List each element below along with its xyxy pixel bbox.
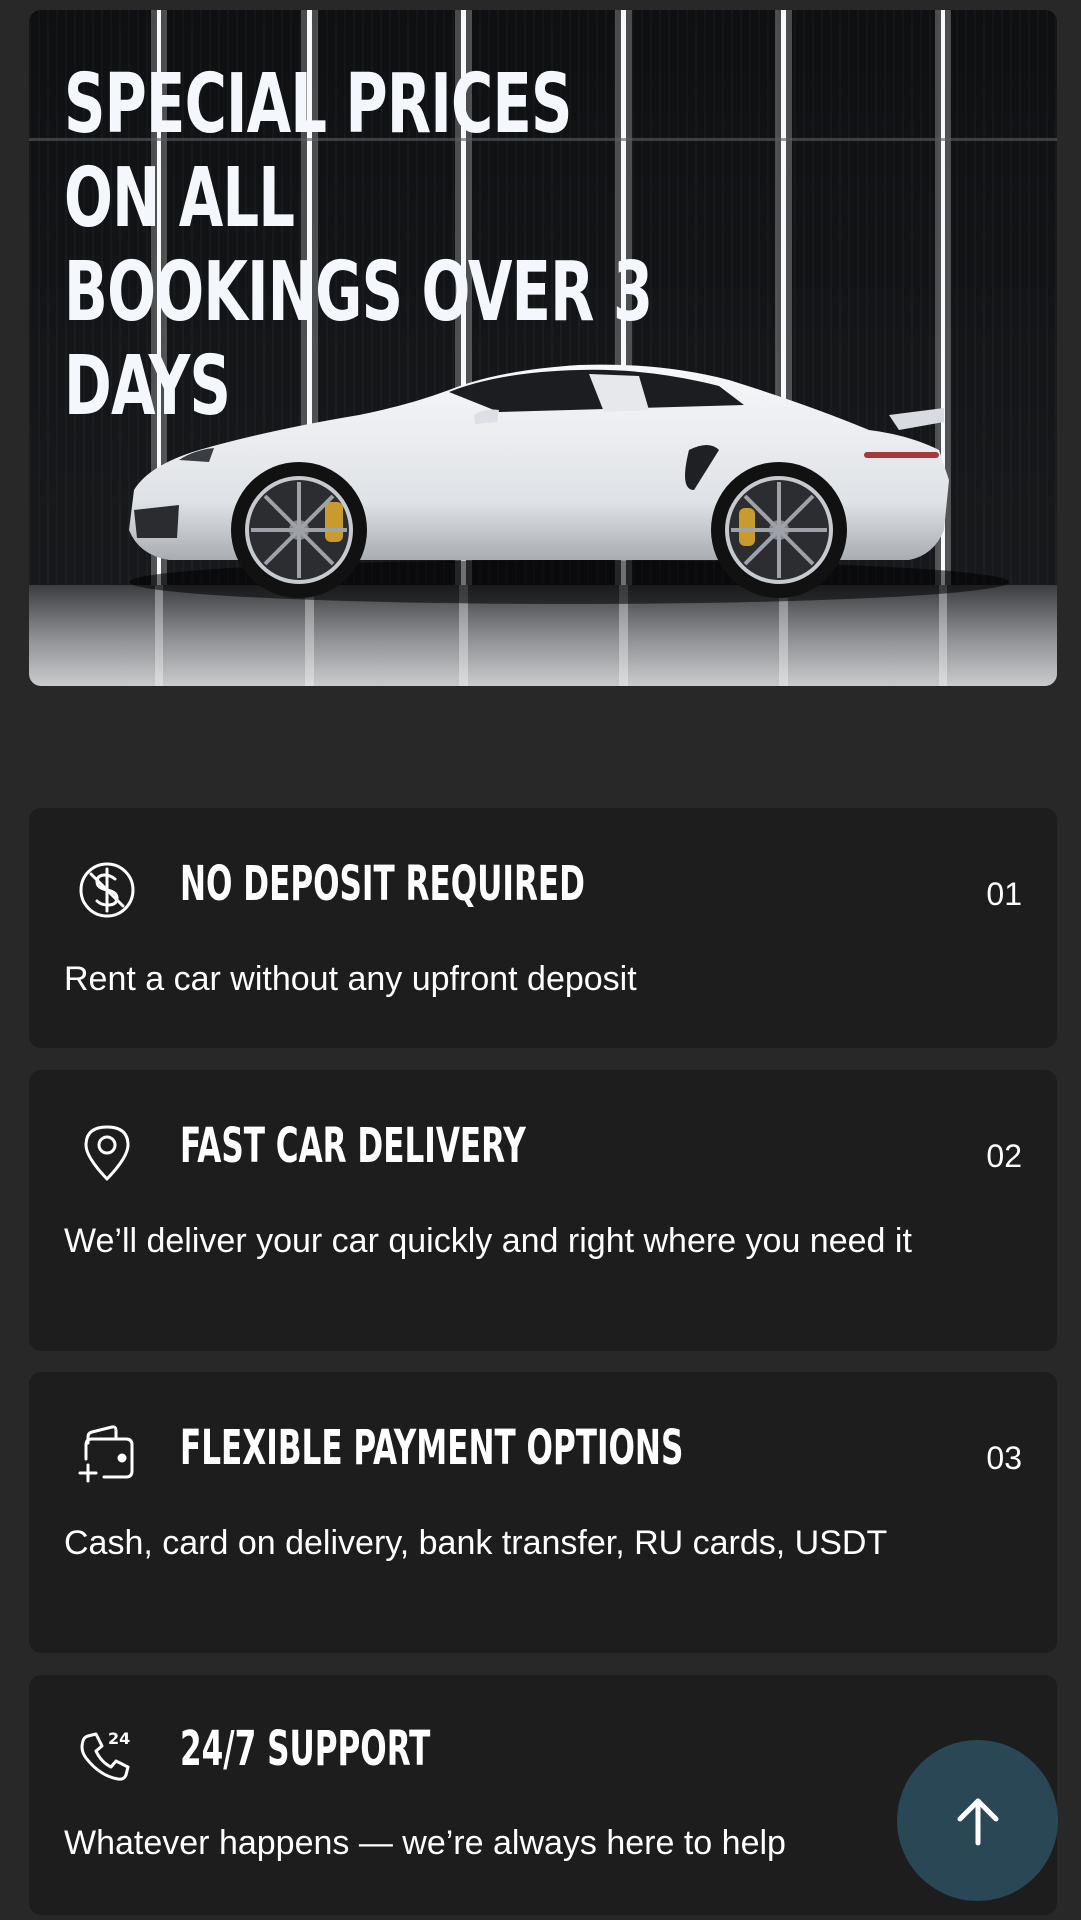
promo-banner[interactable]: SPECIAL PRICES ON ALL BOOKINGS OVER 3 DA…: [29, 10, 1057, 686]
feature-description: Whatever happens — we’re always here to …: [64, 1824, 786, 1862]
promo-title: SPECIAL PRICES ON ALL BOOKINGS OVER 3 DA…: [64, 57, 653, 434]
feature-title: FAST CAR DELIVERY: [180, 1118, 526, 1174]
feature-number: 03: [986, 1440, 1022, 1476]
arrow-up-icon: [957, 1798, 998, 1845]
svg-text:24: 24: [108, 1729, 130, 1748]
feature-title: 24/7 SUPPORT: [180, 1721, 431, 1777]
scroll-to-top-button[interactable]: [897, 1740, 1058, 1901]
feature-card-flexible-payment: FLEXIBLE PAYMENT OPTIONS 03 Cash, card o…: [29, 1372, 1057, 1653]
page: SPECIAL PRICES ON ALL BOOKINGS OVER 3 DA…: [0, 0, 1081, 1920]
feature-card-no-deposit: NO DEPOSIT REQUIRED 01 Rent a car withou…: [29, 808, 1057, 1048]
feature-card-fast-delivery: FAST CAR DELIVERY 02 We’ll deliver your …: [29, 1070, 1057, 1351]
wallet-plus-icon: [69, 1416, 145, 1492]
feature-description: We’ll deliver your car quickly and right…: [64, 1222, 912, 1260]
feature-number: 02: [986, 1138, 1022, 1174]
feature-description: Cash, card on delivery, bank transfer, R…: [64, 1524, 888, 1562]
feature-title: NO DEPOSIT REQUIRED: [180, 856, 585, 912]
location-pin-icon: [69, 1114, 145, 1190]
feature-number: 01: [986, 876, 1022, 912]
phone-24-icon: 24: [69, 1717, 145, 1793]
feature-title: FLEXIBLE PAYMENT OPTIONS: [180, 1420, 684, 1476]
no-dollar-icon: [69, 852, 145, 928]
feature-description: Rent a car without any upfront deposit: [64, 960, 637, 998]
